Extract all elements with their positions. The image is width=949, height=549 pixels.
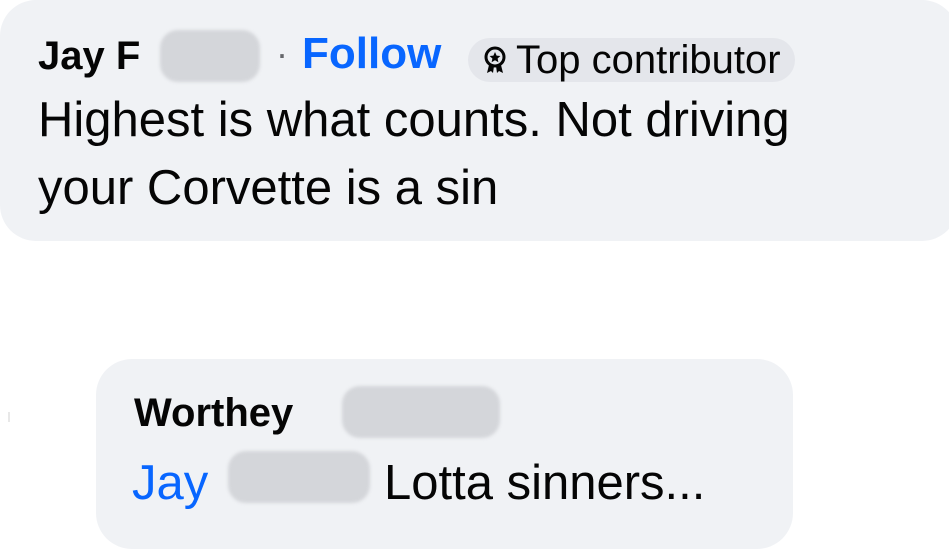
separator-dot: · [276,33,288,74]
follow-button[interactable]: Follow [302,32,441,76]
mention-link[interactable]: Jay [132,455,208,511]
comment-author-name[interactable]: Jay F [38,36,140,76]
badge-label: Top contributor [516,38,781,82]
redacted-author-surname [342,386,500,438]
edge-artifact [8,412,10,422]
redacted-author-surname [160,30,260,82]
reply-text: Lotta sinners... [384,456,706,510]
redacted-mention-surname [228,451,370,503]
comment-text-line-2: your Corvette is a sin [38,161,499,215]
comment-text-line-1: Highest is what counts. Not driving [38,93,790,147]
reply-author-name[interactable]: Worthey [134,393,293,433]
top-contributor-badge-icon [480,45,510,75]
top-contributor-badge[interactable]: Top contributor [468,38,795,82]
